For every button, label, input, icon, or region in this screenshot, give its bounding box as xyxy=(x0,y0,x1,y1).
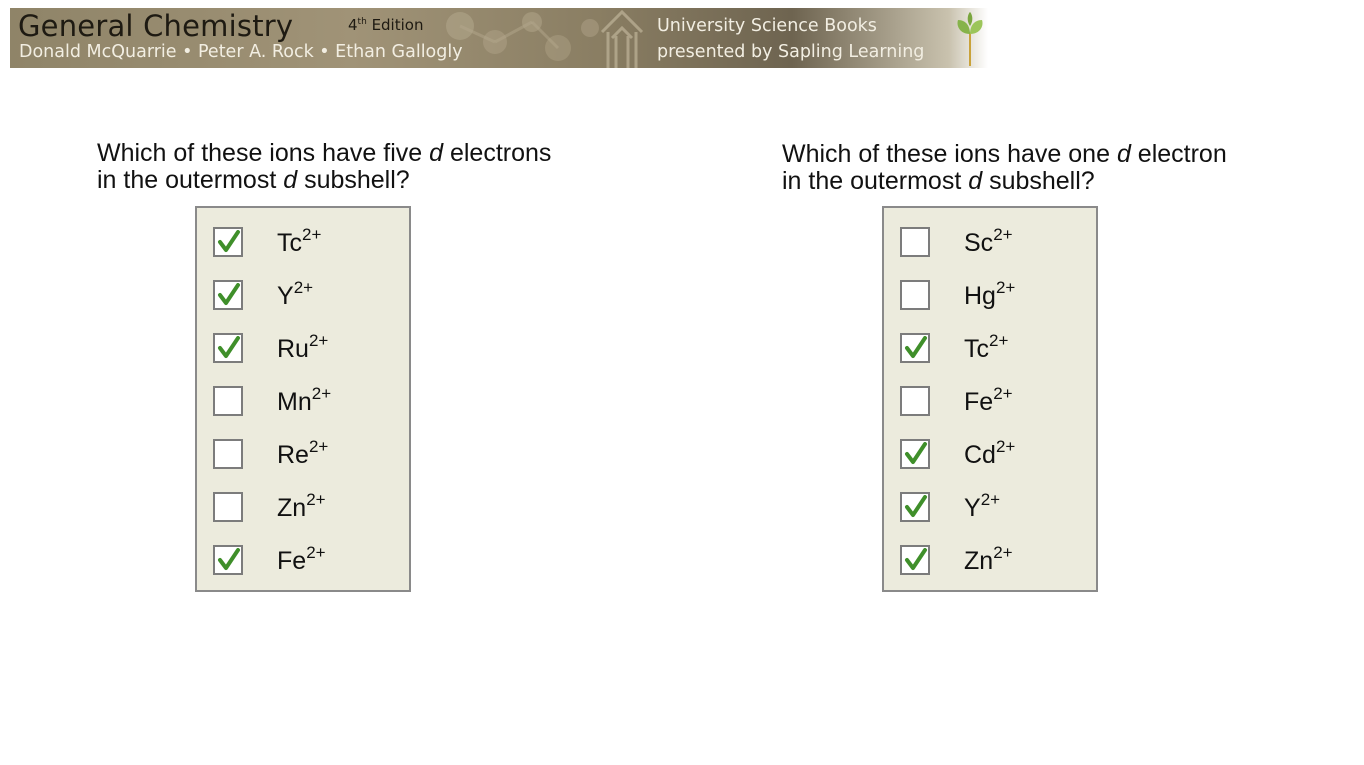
publisher-info: University Science Books presented by Sa… xyxy=(657,13,924,65)
checkbox[interactable] xyxy=(900,439,930,469)
edition-number: 4 xyxy=(348,16,358,34)
checkbox[interactable] xyxy=(900,545,930,575)
checkmark-icon xyxy=(218,230,240,252)
textbook-banner: General Chemistry 4th Edition Donald McQ… xyxy=(10,8,988,68)
option-label: Zn2+ xyxy=(277,490,326,522)
publisher-line-2: presented by Sapling Learning xyxy=(657,42,925,62)
checkbox[interactable] xyxy=(213,386,243,416)
question-1-prompt: Which of these ions have five d electron… xyxy=(97,140,551,194)
checkbox[interactable] xyxy=(900,492,930,522)
option-label: Y2+ xyxy=(277,278,314,310)
option-label: Ru2+ xyxy=(277,331,329,363)
checkbox[interactable] xyxy=(213,333,243,363)
edition-word: Edition xyxy=(371,16,424,34)
checkmark-icon xyxy=(905,495,927,517)
question-2-line-2: in the outermost d subshell? xyxy=(782,167,1095,195)
question-2-line-1: Which of these ions have one d electron xyxy=(782,140,1227,168)
sapling-sprout-icon xyxy=(957,12,983,66)
option-label: Sc2+ xyxy=(964,225,1013,257)
checkbox[interactable] xyxy=(900,227,930,257)
checkmark-icon xyxy=(218,548,240,570)
checkmark-icon xyxy=(218,283,240,305)
checkbox[interactable] xyxy=(213,280,243,310)
option-q1-fe[interactable]: Fe2+ xyxy=(213,543,403,577)
option-q2-cd[interactable]: Cd2+ xyxy=(900,437,1090,471)
option-q2-fe[interactable]: Fe2+ xyxy=(900,384,1090,418)
checkbox[interactable] xyxy=(213,545,243,575)
option-q2-hg[interactable]: Hg2+ xyxy=(900,278,1090,312)
book-title: General Chemistry xyxy=(18,9,294,43)
option-q2-sc[interactable]: Sc2+ xyxy=(900,225,1090,259)
checkbox[interactable] xyxy=(213,492,243,522)
option-q2-tc[interactable]: Tc2+ xyxy=(900,331,1090,365)
question-1-line-1: Which of these ions have five d electron… xyxy=(97,139,552,167)
option-label: Y2+ xyxy=(964,490,1001,522)
publisher-line-1: University Science Books xyxy=(657,16,877,36)
checkmark-icon xyxy=(905,548,927,570)
option-q2-y[interactable]: Y2+ xyxy=(900,490,1090,524)
option-q1-ru[interactable]: Ru2+ xyxy=(213,331,403,365)
checkbox[interactable] xyxy=(900,386,930,416)
book-authors: Donald McQuarrie • Peter A. Rock • Ethan… xyxy=(19,42,463,62)
option-label: Zn2+ xyxy=(964,543,1013,575)
checkbox[interactable] xyxy=(213,439,243,469)
option-label: Fe2+ xyxy=(277,543,326,575)
question-1-choices: Tc2+ Y2+ Ru2+ Mn2+ Re2+ Zn2+ Fe2+ xyxy=(195,206,411,592)
option-q1-zn[interactable]: Zn2+ xyxy=(213,490,403,524)
option-label: Tc2+ xyxy=(277,225,322,257)
option-q2-zn[interactable]: Zn2+ xyxy=(900,543,1090,577)
option-q1-re[interactable]: Re2+ xyxy=(213,437,403,471)
option-q1-mn[interactable]: Mn2+ xyxy=(213,384,403,418)
option-label: Re2+ xyxy=(277,437,329,469)
option-label: Mn2+ xyxy=(277,384,332,416)
checkbox[interactable] xyxy=(900,333,930,363)
option-label: Hg2+ xyxy=(964,278,1016,310)
checkmark-icon xyxy=(218,336,240,358)
option-label: Fe2+ xyxy=(964,384,1013,416)
question-2-prompt: Which of these ions have one d electron … xyxy=(782,141,1227,195)
checkbox[interactable] xyxy=(213,227,243,257)
book-edition: 4th Edition xyxy=(348,16,423,34)
option-label: Cd2+ xyxy=(964,437,1016,469)
checkbox[interactable] xyxy=(900,280,930,310)
edition-suffix: th xyxy=(357,17,367,27)
checkmark-icon xyxy=(905,442,927,464)
university-science-books-logo-icon xyxy=(600,9,644,68)
option-q1-tc[interactable]: Tc2+ xyxy=(213,225,403,259)
question-2-choices: Sc2+ Hg2+ Tc2+ Fe2+ Cd2+ Y2+ Zn2+ xyxy=(882,206,1098,592)
option-q1-y[interactable]: Y2+ xyxy=(213,278,403,312)
option-label: Tc2+ xyxy=(964,331,1009,363)
checkmark-icon xyxy=(905,336,927,358)
question-1-line-2: in the outermost d subshell? xyxy=(97,166,410,194)
